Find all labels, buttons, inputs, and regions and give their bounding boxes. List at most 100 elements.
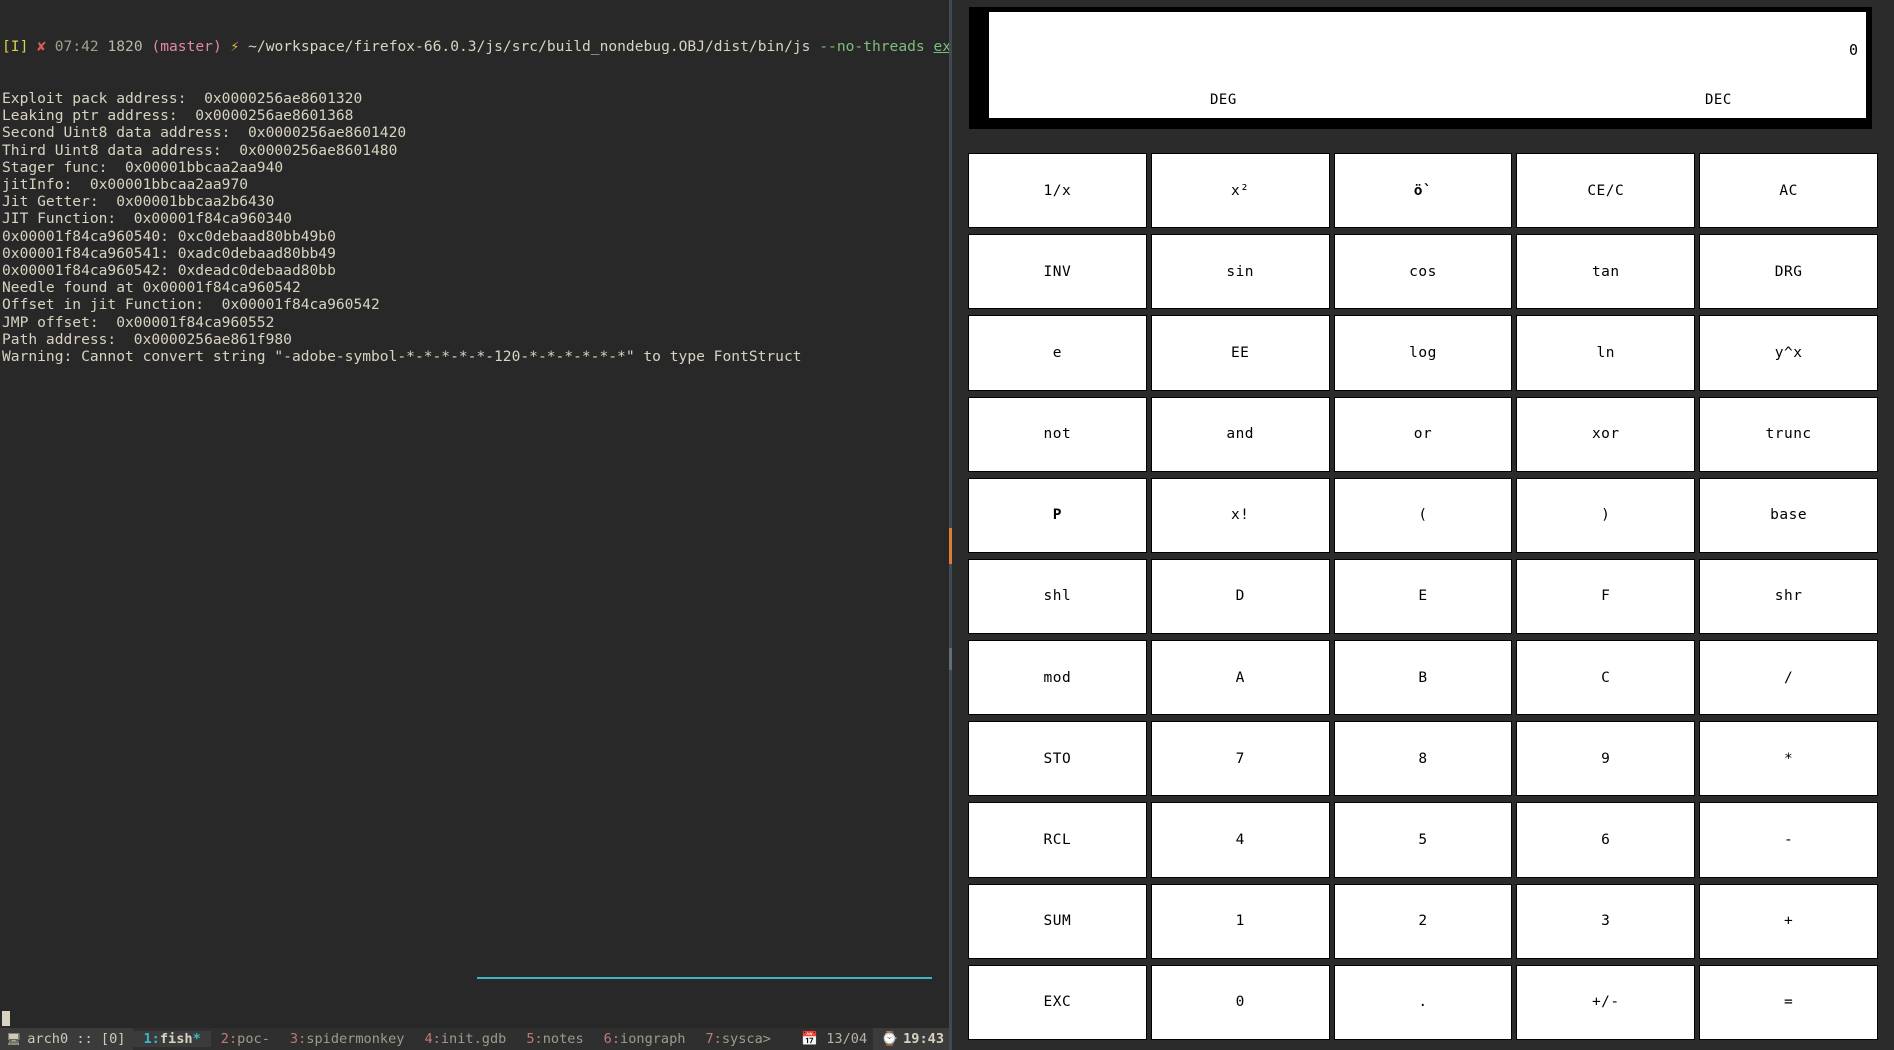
calc-key-exchange[interactable]: EXC — [968, 964, 1147, 1040]
calc-key-digit-0[interactable]: 0 — [1150, 964, 1330, 1040]
calc-key-tan[interactable]: tan — [1516, 234, 1696, 310]
calc-key-trunc[interactable]: trunc — [1699, 396, 1878, 472]
calc-key-digit-8[interactable]: 8 — [1333, 721, 1513, 797]
calc-key-pi[interactable]: P — [968, 477, 1147, 553]
status-time-label: 19:43 — [903, 1031, 944, 1047]
command-path: ~/workspace/firefox-66.0.3/js/src/build_… — [248, 38, 811, 56]
terminal-line: Stager func: 0x00001bbcaa2aa940 — [2, 158, 284, 176]
git-branch: (master) — [151, 38, 222, 56]
calc-key-inverse[interactable]: INV — [968, 234, 1147, 310]
calc-key-all-clear[interactable]: AC — [1699, 153, 1878, 229]
window-number: 6: — [603, 1031, 621, 1047]
calc-key-hex-e[interactable]: E — [1333, 558, 1513, 635]
window-flag: * — [192, 1031, 201, 1047]
calc-key-ln[interactable]: ln — [1516, 315, 1696, 391]
calc-key-digit-9[interactable]: 9 — [1516, 721, 1696, 797]
prompt-pid: 1820 — [107, 38, 143, 56]
calc-key-hex-c[interactable]: C — [1516, 640, 1696, 716]
terminal-output-lines: Exploit pack address: 0x0000256ae8601320… — [2, 90, 952, 365]
status-window-sysca[interactable]: 7: sysca> — [696, 1031, 781, 1047]
terminal-line: Jit Getter: 0x00001bbcaa2b6430 — [2, 193, 275, 211]
calc-key-and[interactable]: and — [1150, 396, 1330, 472]
calc-key-digit-1[interactable]: 1 — [1150, 883, 1330, 959]
status-window-initgdb[interactable]: 4: init.gdb — [414, 1031, 516, 1047]
calc-key-equals[interactable]: = — [1699, 964, 1878, 1040]
status-window-fish[interactable]: 1: fish * — [133, 1031, 211, 1047]
window-name: spidermonkey — [306, 1031, 405, 1047]
calc-key-add[interactable]: + — [1699, 883, 1878, 959]
calc-key-store[interactable]: STO — [968, 721, 1147, 797]
calc-key-reciprocal[interactable]: 1/x — [968, 153, 1147, 229]
calc-key-base[interactable]: base — [1699, 477, 1878, 553]
terminal-pane[interactable]: [I] ✘ 07:42 1820 (master) ⚡ ~/workspace/… — [0, 0, 952, 1050]
calc-key-exponent[interactable]: EE — [1150, 315, 1330, 391]
calc-key-xor[interactable]: xor — [1516, 396, 1696, 472]
calc-key-digit-6[interactable]: 6 — [1516, 802, 1696, 878]
window-name: iongraph — [620, 1031, 686, 1047]
calc-key-cos[interactable]: cos — [1333, 234, 1513, 310]
computer-icon: 🖥 — [6, 1032, 22, 1046]
calc-key-sum[interactable]: SUM — [968, 883, 1147, 959]
calc-key-negate[interactable]: +/- — [1516, 964, 1696, 1040]
calc-key-euler[interactable]: e — [968, 315, 1147, 391]
calc-key-sin[interactable]: sin — [1150, 234, 1330, 310]
calc-key-clear-entry[interactable]: CE/C — [1516, 153, 1696, 229]
calc-key-close-paren[interactable]: ) — [1516, 477, 1696, 553]
status-spacer — [781, 1028, 795, 1050]
status-window-list: 1: fish * 2: poc- 3: spidermonkey 4: init.gdb 5: n… — [133, 1028, 781, 1050]
calc-key-decimal[interactable]: . — [1333, 964, 1513, 1040]
calculator-display-frame: 0 DEG DEC — [969, 7, 1872, 129]
calc-key-modulo[interactable]: mod — [968, 640, 1147, 716]
calc-key-divide[interactable]: / — [1699, 640, 1878, 716]
calc-key-sqrt[interactable]: ö` — [1333, 153, 1513, 229]
pane-split-indicator-grey — [949, 648, 952, 670]
command-flag: --no-threads — [819, 38, 925, 56]
status-window-spidermonkey[interactable]: 3: spidermonkey — [280, 1031, 415, 1047]
calc-key-recall[interactable]: RCL — [968, 802, 1147, 878]
calc-key-hex-a[interactable]: A — [1150, 640, 1330, 716]
terminal-line: Third Uint8 data address: 0x0000256ae860… — [2, 141, 398, 159]
window-name: notes — [542, 1031, 584, 1047]
calc-key-digit-5[interactable]: 5 — [1333, 802, 1513, 878]
calc-key-hex-b[interactable]: B — [1333, 640, 1513, 716]
calc-key-digit-3[interactable]: 3 — [1516, 883, 1696, 959]
calc-key-digit-2[interactable]: 2 — [1333, 883, 1513, 959]
calendar-icon: 📅 — [801, 1031, 819, 1047]
terminal-line: Second Uint8 data address: 0x0000256ae86… — [2, 124, 407, 142]
calc-key-drg[interactable]: DRG — [1699, 234, 1878, 310]
calc-key-hex-d[interactable]: D — [1150, 558, 1330, 635]
status-host: 🖥 arch0 :: [0] — [0, 1028, 134, 1050]
terminal-line: 0x00001f84ca960540: 0xc0debaad80bb49b0 — [2, 227, 336, 245]
status-host-label: arch0 :: [0] — [27, 1031, 126, 1047]
status-window-poc[interactable]: 2: poc- — [211, 1031, 280, 1047]
calculator-base-mode: DEC — [1705, 92, 1732, 108]
calc-key-multiply[interactable]: * — [1699, 721, 1878, 797]
calc-key-factorial[interactable]: x! — [1150, 477, 1330, 553]
calc-key-or[interactable]: or — [1333, 396, 1513, 472]
pane-progress-marker — [477, 977, 932, 979]
exit-status-icon: ✘ — [37, 38, 46, 56]
pane-split-bar[interactable] — [949, 0, 952, 1050]
calc-key-shift-right[interactable]: shr — [1699, 558, 1878, 635]
prompt-time: 07:42 — [54, 38, 99, 56]
terminal-cursor-line — [0, 1008, 952, 1028]
calc-key-digit-7[interactable]: 7 — [1150, 721, 1330, 797]
calc-key-hex-f[interactable]: F — [1516, 558, 1696, 635]
calc-key-square[interactable]: x² — [1150, 153, 1330, 229]
calc-key-digit-4[interactable]: 4 — [1150, 802, 1330, 878]
calc-key-shift-left[interactable]: shl — [968, 558, 1147, 635]
calc-key-log[interactable]: log — [1333, 315, 1513, 391]
calc-key-power[interactable]: y^x — [1699, 315, 1878, 391]
terminal-line: 0x00001f84ca960541: 0xadc0debaad80bb49 — [2, 244, 336, 262]
shell-prompt-line: [I] ✘ 07:42 1820 (master) ⚡ ~/workspace/… — [2, 38, 952, 55]
terminal-line: Needle found at 0x00001f84ca960542 — [2, 279, 301, 297]
terminal-output: [I] ✘ 07:42 1820 (master) ⚡ ~/workspace/… — [0, 0, 952, 1008]
calc-key-open-paren[interactable]: ( — [1333, 477, 1513, 553]
calc-key-not[interactable]: not — [968, 396, 1147, 472]
calc-key-subtract[interactable]: - — [1699, 802, 1878, 878]
desktop-root: [I] ✘ 07:42 1820 (master) ⚡ ~/workspace/… — [0, 0, 1894, 1050]
status-window-iongraph[interactable]: 6: iongraph — [594, 1031, 696, 1047]
status-window-notes[interactable]: 5: notes — [516, 1031, 593, 1047]
status-date: 📅 13/04 — [795, 1028, 873, 1050]
window-name: poc- — [237, 1031, 270, 1047]
